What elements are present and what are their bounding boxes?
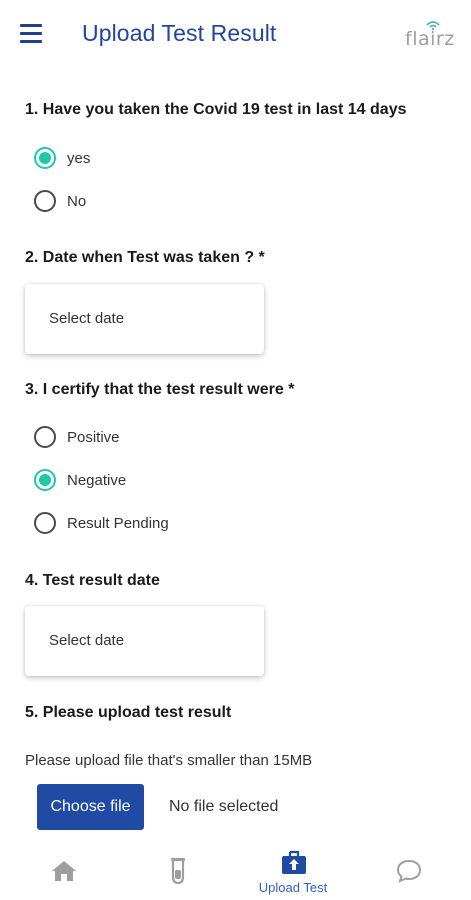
home-icon: [52, 861, 76, 881]
radio-button-checked[interactable]: [34, 469, 56, 491]
bottom-navigation: Upload Test: [0, 840, 471, 900]
radio-button[interactable]: [34, 426, 56, 448]
radio-label: No: [67, 192, 87, 210]
upload-size-hint: Please upload file that's smaller than 1…: [25, 752, 313, 769]
radio-button-checked[interactable]: [34, 147, 56, 169]
hamburger-icon[interactable]: [20, 24, 44, 46]
app-bar: Upload Test Result flairz: [0, 0, 471, 72]
test-date-picker[interactable]: Select date: [25, 284, 264, 354]
nav-test[interactable]: [128, 840, 228, 900]
page-title: Upload Test Result: [82, 20, 277, 46]
nav-upload-test[interactable]: Upload Test: [243, 840, 343, 900]
radio-negative[interactable]: Negative: [34, 468, 126, 492]
radio-button[interactable]: [34, 512, 56, 534]
radio-label: Negative: [67, 471, 127, 489]
radio-positive[interactable]: Positive: [34, 425, 120, 449]
test-tube-icon: [171, 858, 185, 885]
radio-no[interactable]: No: [34, 189, 86, 213]
radio-button[interactable]: [34, 190, 56, 212]
radio-label: yes: [67, 149, 91, 167]
date-placeholder: Select date: [49, 632, 125, 649]
radio-label: Positive: [67, 428, 120, 446]
brand-logo: flairz: [405, 20, 457, 50]
radio-label: Result Pending: [67, 514, 169, 532]
radio-yes[interactable]: yes: [34, 146, 90, 170]
brand-name: flairz: [405, 28, 455, 50]
choose-file-button[interactable]: Choose file: [37, 784, 144, 830]
question-1-label: 1. Have you taken the Covid 19 test in l…: [25, 101, 407, 118]
result-date-picker[interactable]: Select date: [25, 606, 264, 676]
question-3-label: 3. I certify that the test result were *: [25, 381, 295, 398]
nav-chat[interactable]: [358, 840, 458, 900]
question-4-label: 4. Test result date: [25, 572, 160, 589]
upload-kit-icon: [282, 850, 306, 874]
nav-home[interactable]: [14, 840, 114, 900]
date-placeholder: Select date: [49, 310, 125, 327]
chat-bubble-icon: [396, 859, 422, 883]
nav-label: Upload Test: [258, 880, 328, 895]
question-5-label: 5. Please upload test result: [25, 704, 232, 721]
question-2-label: 2. Date when Test was taken ? *: [25, 249, 265, 266]
radio-result-pending[interactable]: Result Pending: [34, 511, 169, 535]
file-status-text: No file selected: [169, 798, 279, 815]
